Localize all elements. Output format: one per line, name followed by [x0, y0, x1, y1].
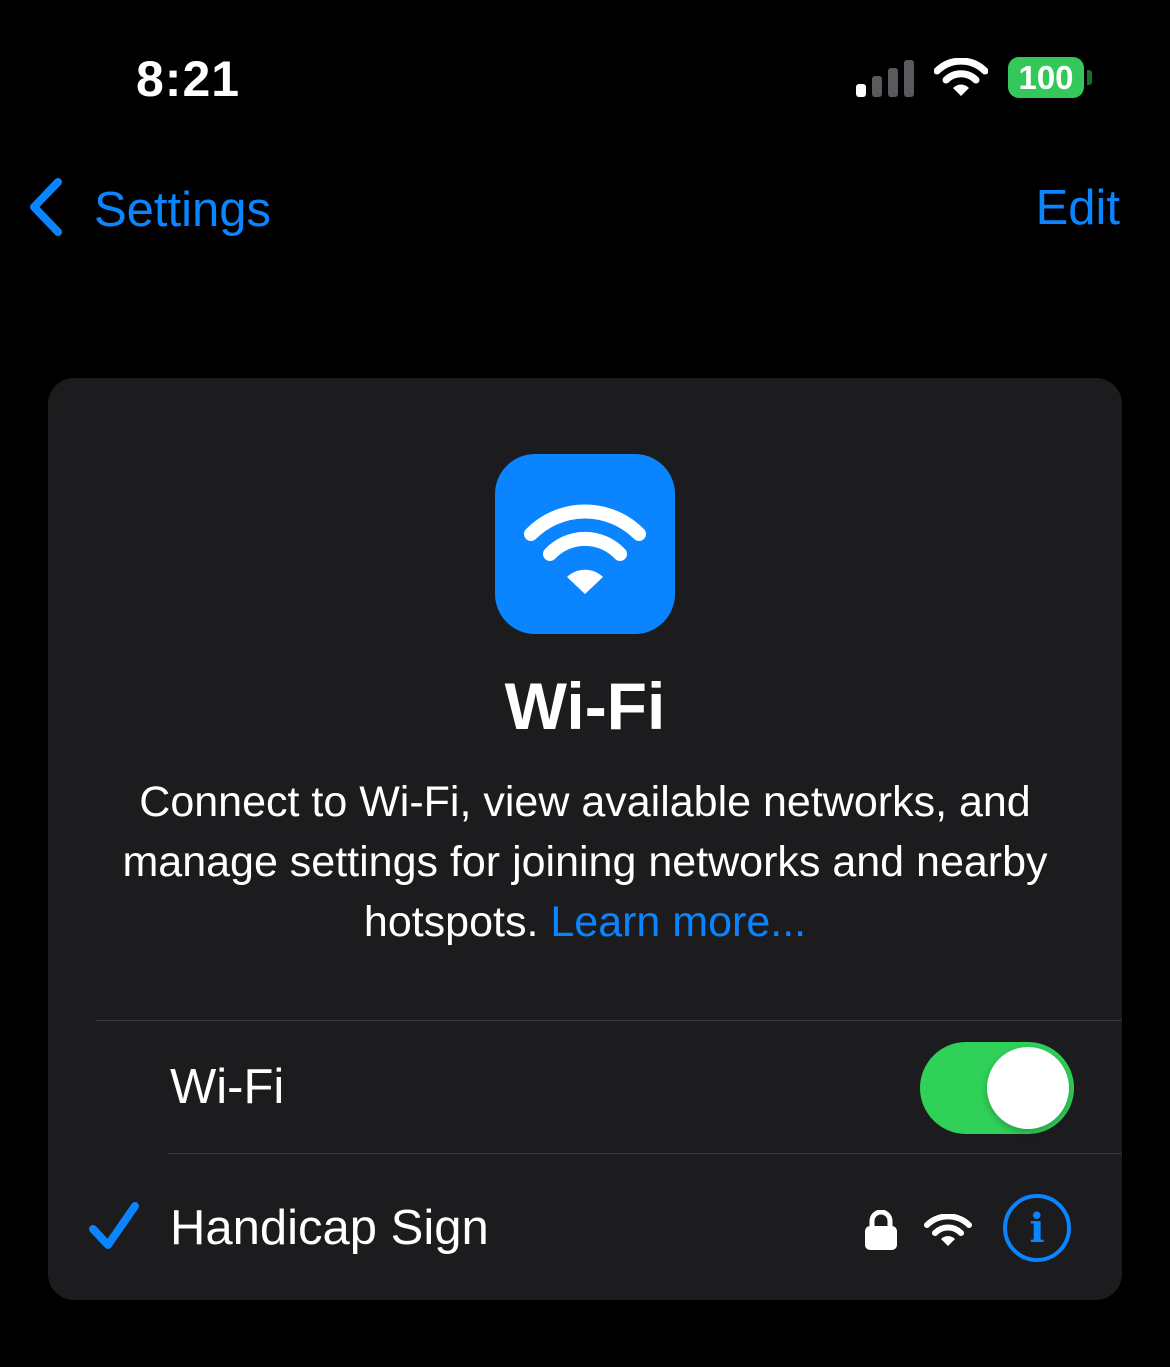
- wifi-toggle[interactable]: [920, 1042, 1074, 1134]
- wifi-toggle-row: Wi-Fi: [48, 1021, 1122, 1153]
- edit-button[interactable]: Edit: [1036, 176, 1120, 240]
- wifi-app-icon: [495, 454, 675, 634]
- learn-more-link[interactable]: Learn more...: [550, 898, 806, 946]
- info-icon[interactable]: i: [1003, 1194, 1071, 1262]
- battery-tip: [1087, 70, 1092, 85]
- description: Connect to Wi-Fi, view available network…: [78, 772, 1092, 952]
- lock-icon: [864, 1209, 898, 1255]
- back-button[interactable]: Settings: [26, 176, 271, 243]
- network-name: Handicap Sign: [170, 1201, 489, 1255]
- wifi-settings-screen: 8:21 100 Settings Edit Wi-Fi Connect to …: [0, 0, 1170, 1367]
- checkmark-icon: [88, 1200, 140, 1257]
- network-wifi-icon: [924, 1213, 972, 1251]
- toggle-knob: [987, 1047, 1069, 1129]
- back-label: Settings: [94, 182, 272, 237]
- signal-icon: [856, 58, 914, 103]
- wifi-card: Wi-Fi Connect to Wi-Fi, view available n…: [48, 378, 1122, 1300]
- battery-icon: 100: [1008, 57, 1084, 98]
- info-glyph: i: [1029, 1204, 1045, 1252]
- wifi-toggle-label: Wi-Fi: [170, 1060, 285, 1114]
- battery-level: 100: [1018, 58, 1074, 96]
- chevron-left-icon: [26, 176, 66, 243]
- page-title: Wi-Fi: [504, 669, 666, 743]
- status-time: 8:21: [136, 51, 241, 107]
- status-wifi-icon: [933, 57, 989, 103]
- network-row[interactable]: Handicap Sign i: [48, 1154, 1122, 1300]
